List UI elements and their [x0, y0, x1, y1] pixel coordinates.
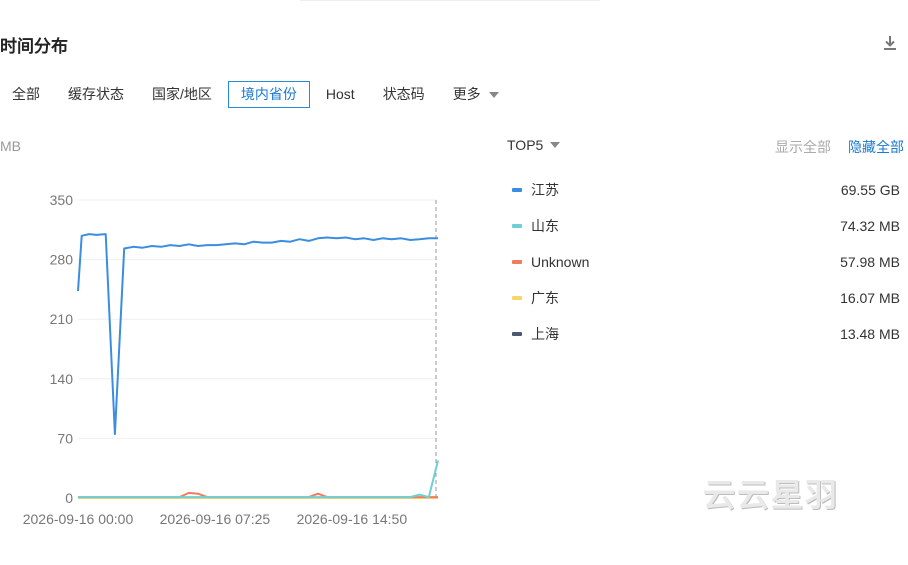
tab-host[interactable]: Host	[314, 81, 367, 108]
legend-name: 上海	[531, 326, 559, 342]
tab-more[interactable]: 更多	[441, 81, 511, 108]
legend-name: 山东	[531, 218, 559, 234]
dimension-tabs: 全部 缓存状态 国家/地区 境内省份 Host 状态码 更多	[0, 81, 515, 108]
hide-all-button[interactable]: 隐藏全部	[848, 137, 904, 157]
download-icon[interactable]	[880, 33, 900, 53]
top5-label: TOP5	[507, 137, 544, 153]
legend-item-shandong[interactable]: 山东 74.32 MB	[512, 208, 902, 244]
top5-dropdown[interactable]: TOP5	[507, 137, 561, 153]
legend-name: 江苏	[531, 182, 559, 198]
legend-swatch	[512, 260, 522, 264]
page-title: 时间分布	[0, 37, 68, 56]
legend-swatch	[512, 296, 522, 300]
y-tick-label: 140	[50, 371, 74, 387]
legend-swatch	[512, 188, 522, 192]
chart-legend: 江苏 69.55 GB 山东 74.32 MB Unknown 57.98 MB…	[512, 172, 902, 352]
x-tick-label: 2026-09-16 07:25	[160, 511, 271, 527]
series-line	[78, 460, 439, 499]
legend-name: Unknown	[531, 254, 590, 270]
y-tick-label: 0	[65, 490, 73, 506]
watermark-text: 云云星羽	[703, 476, 840, 514]
y-tick-label: 70	[57, 430, 73, 446]
tab-country-region[interactable]: 国家/地区	[140, 81, 224, 108]
legend-name: 广东	[531, 290, 559, 306]
tab-domestic-province[interactable]: 境内省份	[227, 81, 310, 108]
chevron-down-icon	[550, 142, 561, 148]
legend-item-guangdong[interactable]: 广东 16.07 MB	[512, 280, 902, 316]
legend-swatch	[512, 224, 522, 228]
x-tick-label: 2026-09-16 00:00	[23, 511, 134, 527]
tab-cache-status[interactable]: 缓存状态	[56, 81, 136, 108]
legend-value: 74.32 MB	[840, 218, 900, 234]
series-line	[77, 233, 438, 436]
top-divider	[300, 0, 600, 1]
legend-item-unknown[interactable]: Unknown 57.98 MB	[512, 244, 902, 280]
tab-all[interactable]: 全部	[0, 81, 52, 108]
legend-value: 13.48 MB	[840, 326, 900, 342]
legend-swatch	[512, 332, 522, 336]
chevron-down-icon	[488, 91, 499, 98]
y-tick-label: 280	[50, 252, 74, 268]
y-tick-label: 210	[50, 311, 74, 327]
legend-value: 16.07 MB	[840, 290, 900, 306]
legend-value: 57.98 MB	[840, 254, 900, 270]
traffic-line-chart[interactable]: 0 70 140 210 280 350 2026-09-16 00:00 2026-09-1…	[0, 180, 460, 540]
x-tick-label: 2026-09-16 14:50	[297, 511, 408, 527]
y-axis-unit: MB	[0, 138, 21, 154]
tab-status-code[interactable]: 状态码	[371, 81, 437, 108]
show-all-button[interactable]: 显示全部	[775, 137, 831, 157]
legend-value: 69.55 GB	[840, 182, 900, 198]
y-tick-label: 350	[50, 192, 74, 208]
legend-item-jiangsu[interactable]: 江苏 69.55 GB	[512, 172, 902, 208]
legend-item-shanghai[interactable]: 上海 13.48 MB	[512, 316, 902, 352]
tab-more-label: 更多	[452, 86, 481, 102]
